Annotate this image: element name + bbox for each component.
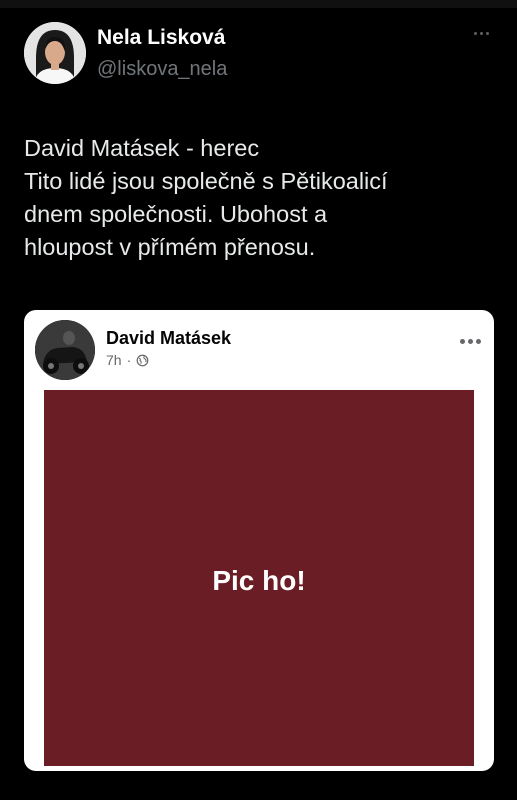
author-avatar[interactable]: [24, 22, 86, 84]
tweet-text-line: David Matásek - herec: [24, 135, 260, 161]
tweet-text-line: dnem společnosti. Ubohost a: [24, 201, 328, 227]
author-handle[interactable]: @liskova_nela: [97, 58, 227, 81]
globe-icon: [136, 354, 149, 367]
embedded-author-name[interactable]: David Matásek: [106, 328, 231, 349]
more-horizontal-icon[interactable]: [470, 28, 492, 38]
meta-separator: ·: [126, 352, 132, 368]
author-name[interactable]: Nela Lisková: [97, 26, 225, 50]
top-strip: [0, 0, 517, 8]
embedded-facebook-post[interactable]: David Matásek 7h · Pic ho!: [24, 310, 494, 771]
tweet-text: David Matásek - herec Tito lidé jsou spo…: [24, 132, 494, 264]
tweet-text-line: Tito lidé jsou společně s Pětikoalicí: [24, 168, 388, 194]
embedded-post-text: Pic ho!: [212, 565, 306, 596]
tweet-text-line: hloupost v přímém přenosu.: [24, 234, 316, 260]
embedded-post-time[interactable]: 7h: [106, 352, 122, 368]
embedded-more-horizontal-icon[interactable]: [458, 337, 482, 345]
embedded-post-image[interactable]: Pic ho!: [44, 390, 474, 766]
tweet-header: Nela Lisková @liskova_nela: [24, 22, 494, 88]
embedded-author-avatar[interactable]: [35, 320, 95, 380]
embedded-post-meta: 7h ·: [106, 352, 149, 368]
